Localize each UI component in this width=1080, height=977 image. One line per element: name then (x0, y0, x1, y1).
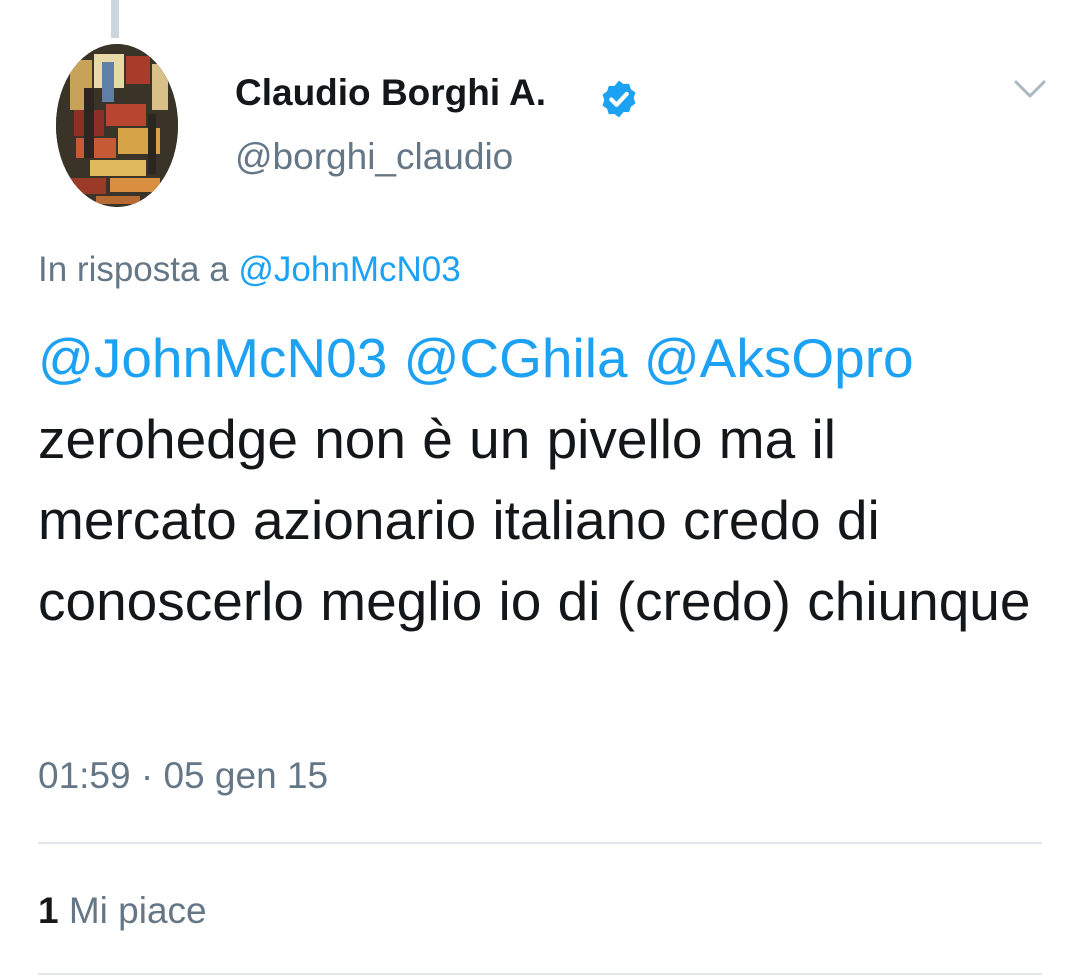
tweet-text: @JohnMcN03 @CGhila @AksOpro zerohedge no… (38, 318, 1048, 642)
reply-to-mention-link[interactable]: @JohnMcN03 (238, 250, 460, 289)
reply-context: In risposta a @JohnMcN03 (38, 250, 461, 290)
chevron-down-icon[interactable] (1010, 72, 1050, 108)
likes-count: 1 (38, 890, 59, 931)
avatar-artwork (56, 44, 178, 207)
tweet-date: 05 gen 15 (163, 755, 329, 796)
timestamp-separator: · (140, 755, 154, 796)
author-display-name[interactable]: Claudio Borghi A. (235, 72, 546, 114)
mention-link[interactable]: @AksOpro (644, 327, 914, 389)
thread-connector-line (111, 0, 119, 38)
tweet-body-text: zerohedge non è un pivello ma il mercato… (38, 408, 1031, 632)
verified-badge-icon (602, 80, 636, 118)
mention-link[interactable]: @JohnMcN03 (38, 327, 387, 389)
tweet-timestamp[interactable]: 01:59 · 05 gen 15 (38, 755, 328, 797)
divider (38, 973, 1042, 975)
likes-label: Mi piace (68, 890, 207, 931)
avatar[interactable] (56, 44, 178, 207)
divider (38, 842, 1042, 844)
author-handle[interactable]: @borghi_claudio (235, 136, 513, 178)
tweet-time: 01:59 (38, 755, 131, 796)
reply-context-label: In risposta a (38, 250, 229, 289)
mention-link[interactable]: @CGhila (404, 327, 628, 389)
likes-stat[interactable]: 1 Mi piace (38, 890, 207, 932)
